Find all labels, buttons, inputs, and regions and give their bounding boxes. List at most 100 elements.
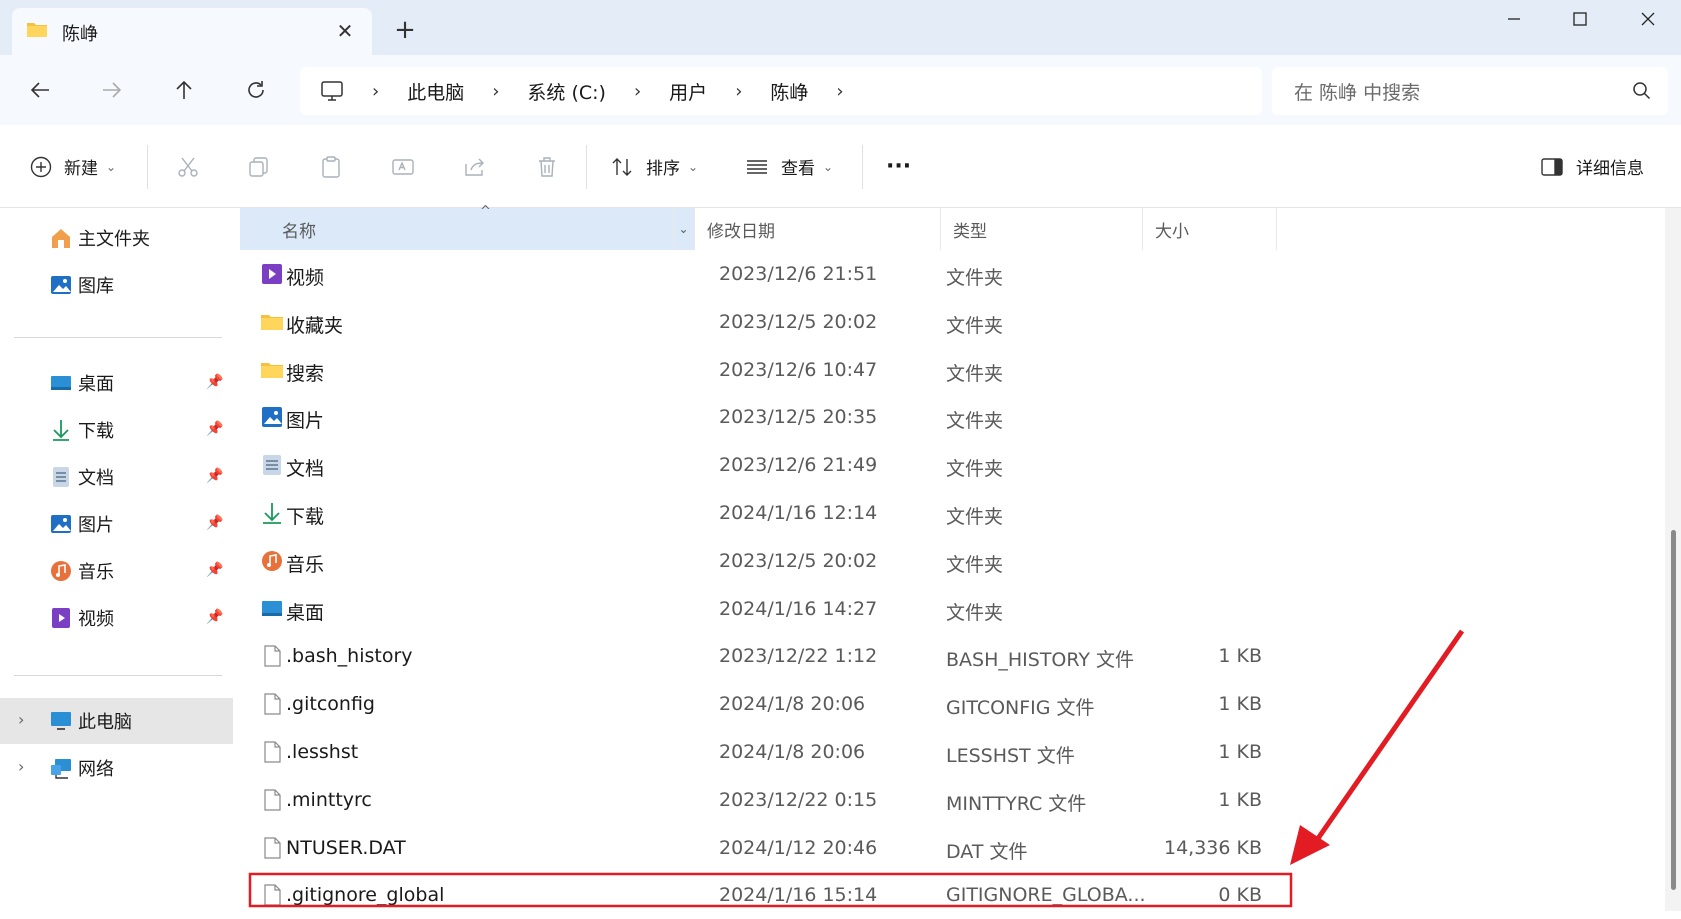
gallery-icon [48, 272, 74, 298]
column-header-name[interactable]: 名称 [240, 208, 673, 250]
chevron-right-icon[interactable]: › [634, 81, 641, 102]
table-row[interactable]: 视频 2023/12/6 21:51 文件夹 [252, 251, 1632, 298]
file-name: 搜索 [286, 362, 325, 385]
breadcrumb-system-c[interactable]: 系统 (C:) [527, 78, 606, 105]
new-button[interactable]: 新建 ⌄ [30, 125, 116, 208]
column-header-type[interactable]: 类型 [941, 208, 1143, 250]
scrollbar-thumb[interactable] [1671, 530, 1676, 890]
table-row[interactable]: 文档 2023/12/6 21:49 文件夹 [252, 442, 1632, 489]
search-icon [1633, 82, 1651, 100]
table-row[interactable]: 收藏夹 2023/12/5 20:02 文件夹 [252, 299, 1632, 346]
column-header-size[interactable]: 大小 [1143, 208, 1277, 250]
new-tab-button[interactable]: + [390, 15, 420, 45]
column-date-label: 修改日期 [707, 221, 775, 242]
nav-item-home[interactable]: 主文件夹 [0, 215, 236, 261]
chevron-right-icon[interactable]: › [836, 81, 843, 102]
column-dropdown-button[interactable]: ⌄ [673, 208, 695, 250]
pin-icon[interactable]: 📌 [206, 515, 226, 535]
forward-button[interactable] [92, 70, 132, 110]
tab-close-button[interactable]: ✕ [330, 16, 360, 46]
pin-icon[interactable]: 📌 [206, 374, 226, 394]
table-row[interactable]: 音乐 2023/12/5 20:02 文件夹 [252, 538, 1632, 585]
up-button[interactable] [164, 70, 204, 110]
nav-item-documents[interactable]: 文档 [0, 454, 236, 500]
chevron-right-icon[interactable]: › [18, 757, 24, 776]
column-header-date[interactable]: 修改日期 [695, 208, 941, 250]
pin-icon[interactable]: 📌 [206, 562, 226, 582]
chevron-right-icon[interactable]: › [372, 81, 379, 102]
chevron-right-icon[interactable]: › [735, 81, 742, 102]
folder-icon [260, 310, 284, 334]
nav-item-label: 桌面 [78, 374, 114, 395]
file-name: 文档 [286, 458, 325, 481]
table-row[interactable]: .gitignore_global 2024/1/16 15:14 GITIGNOR… [252, 872, 1632, 919]
pin-icon[interactable]: 📌 [206, 609, 226, 629]
tab-active[interactable]: 陈峥 ✕ [12, 8, 372, 55]
nav-item-downloads[interactable]: 下载 [0, 407, 236, 453]
nav-item-this-pc[interactable]: › 此电脑 [0, 698, 233, 744]
rename-button[interactable] [391, 125, 415, 208]
file-type: 文件夹 [946, 458, 1004, 481]
close-window-button[interactable] [1616, 0, 1680, 38]
table-row[interactable]: 下载 2024/1/16 12:14 文件夹 [252, 490, 1632, 537]
table-row[interactable]: 桌面 2024/1/16 14:27 文件夹 [252, 586, 1632, 633]
navigation-pane: 主文件夹 图库 桌面 📌 下载 📌 文档 📌 图片 📌 音乐 📌 视频 📌 › … [0, 208, 236, 911]
refresh-button[interactable] [236, 70, 276, 110]
file-type: 文件夹 [946, 410, 1004, 433]
delete-button[interactable] [535, 125, 559, 208]
arrow-right-icon [103, 82, 122, 98]
nav-item-network[interactable]: › 网络 [0, 745, 236, 791]
chevron-right-icon[interactable]: › [18, 710, 24, 729]
file-name: 桌面 [286, 601, 325, 624]
copy-button[interactable] [247, 125, 271, 208]
table-row[interactable]: 图片 2023/12/5 20:35 文件夹 [252, 394, 1632, 441]
nav-item-label: 图片 [78, 515, 114, 536]
maximize-button[interactable] [1548, 0, 1612, 38]
pin-icon[interactable]: 📌 [206, 421, 226, 441]
share-button[interactable] [463, 125, 487, 208]
table-row[interactable]: .lesshst 2024/1/8 20:06 LESSHST 文件 1 KB [252, 729, 1632, 776]
nav-item-gallery[interactable]: 图库 [0, 262, 236, 308]
table-row[interactable]: .bash_history 2023/12/22 1:12 BASH_HISTORY… [252, 633, 1632, 680]
pin-icon[interactable]: 📌 [206, 468, 226, 488]
more-options-button[interactable]: ··· [886, 125, 911, 208]
cut-button[interactable] [176, 125, 200, 208]
minimize-button[interactable] [1482, 0, 1546, 38]
table-row[interactable]: .gitconfig 2024/1/8 20:06 GITCONFIG 文件 1 KB [252, 681, 1632, 728]
nav-item-desktop[interactable]: 桌面 [0, 360, 236, 406]
nav-item-label: 网络 [78, 759, 114, 780]
search-placeholder: 在 陈峥 中搜索 [1294, 82, 1421, 104]
file-size: 14,336 KB [1163, 836, 1262, 859]
sort-button[interactable]: 排序 ⌄ [610, 125, 698, 208]
maximize-icon [1573, 12, 1587, 26]
search-input[interactable]: 在 陈峥 中搜索 [1272, 67, 1668, 115]
view-button[interactable]: 查看 ⌄ [745, 125, 833, 208]
share-icon [465, 158, 484, 176]
table-row[interactable]: NTUSER.DAT 2024/1/12 20:46 DAT 文件 14,336 KB [252, 825, 1632, 872]
details-pane-button[interactable]: 详细信息 [1540, 125, 1644, 208]
paste-button[interactable] [319, 125, 343, 208]
breadcrumb-users[interactable]: 用户 [669, 78, 707, 105]
nav-item-label: 视频 [78, 609, 114, 630]
nav-item-pictures[interactable]: 图片 [0, 501, 236, 547]
nav-item-music[interactable]: 音乐 [0, 548, 236, 594]
address-bar[interactable]: › 此电脑 › 系统 (C:) › 用户 › 陈峥 › [300, 67, 1262, 115]
chevron-right-icon[interactable]: › [492, 81, 499, 102]
document-folder-icon [260, 453, 284, 477]
chevron-down-icon: ⌄ [106, 159, 117, 174]
file-name: 视频 [286, 267, 325, 289]
file-type: GITCONFIG 文件 [946, 697, 1095, 720]
arrow-left-icon [30, 82, 49, 98]
file-icon [260, 883, 284, 907]
breadcrumb-user-folder[interactable]: 陈峥 [770, 78, 808, 105]
file-icon [260, 788, 284, 812]
nav-item-videos[interactable]: 视频 [0, 595, 236, 641]
breadcrumb-this-pc[interactable]: 此电脑 [407, 78, 464, 105]
monitor-icon [321, 81, 343, 101]
table-row[interactable]: .minttyrc 2023/12/22 0:15 MINTTYRC 文件 1 KB [252, 777, 1632, 824]
file-date: 2023/12/6 21:51 [719, 263, 878, 285]
rename-icon [392, 158, 414, 175]
file-name: NTUSER.DAT [286, 836, 406, 859]
back-button[interactable] [20, 70, 60, 110]
table-row[interactable]: 搜索 2023/12/6 10:47 文件夹 [252, 347, 1632, 394]
